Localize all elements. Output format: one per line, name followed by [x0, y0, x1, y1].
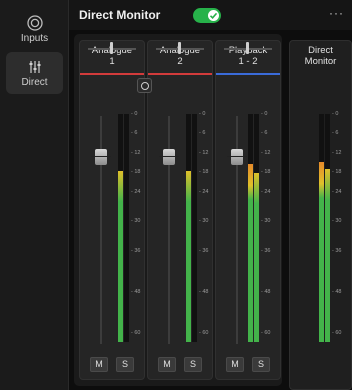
meter-tick-label: - 36 [261, 247, 271, 254]
channel-number: 2 [177, 56, 183, 67]
level-meter [124, 114, 129, 342]
level-meter [118, 114, 123, 342]
meter-tick-label: - 18 [332, 169, 342, 176]
meter-tick-label: - 12 [332, 149, 342, 156]
meter-tick-label: - 24 [332, 188, 342, 195]
pan-slider-handle[interactable] [178, 42, 181, 54]
fader-handle[interactable] [91, 149, 111, 165]
meter-tick-label: - 48 [332, 288, 342, 295]
channel-number: 1 [109, 56, 115, 67]
meter-tick-label: - 6 [131, 130, 138, 137]
sidebar-nav: Inputs Direct [0, 0, 69, 390]
meter-tick-label: - 36 [332, 247, 342, 254]
meter-tick-label: - 48 [131, 288, 141, 295]
header: Direct Monitor ··· [69, 0, 352, 30]
stereo-link-button[interactable] [137, 78, 152, 93]
meter-tick-label: - 6 [261, 130, 268, 137]
meter-fill [254, 173, 259, 342]
meter-tick-label: - 6 [332, 130, 339, 137]
meter-tick-label: - 24 [131, 188, 141, 195]
mute-button[interactable]: M [90, 357, 108, 372]
meter-tick-label: - 12 [131, 149, 141, 156]
nav-item-inputs[interactable]: Inputs [6, 8, 63, 50]
meter-tick-label: - 24 [199, 188, 209, 195]
check-icon [209, 12, 218, 19]
fader-handle[interactable] [227, 149, 247, 165]
meter-fill [325, 168, 330, 342]
meter-tick-label: - 30 [332, 218, 342, 225]
solo-button[interactable]: S [116, 357, 134, 372]
inputs-icon [26, 15, 43, 31]
meter-tick-label: - 30 [261, 218, 271, 225]
pan-slider-handle[interactable] [246, 42, 249, 54]
meter-fill [319, 161, 324, 342]
direct-monitor-toggle[interactable] [193, 8, 221, 23]
nav-item-direct[interactable]: Direct [6, 52, 63, 94]
meter-tick-label: - 0 [199, 111, 206, 117]
meter-scale: - 0 - 6 - 12 - 18 - 24 - 30 - 36 - 48 - 60 [199, 111, 215, 342]
nav-label-inputs: Inputs [20, 33, 49, 44]
meter-tick-label: - 0 [261, 111, 268, 117]
channel-underline [216, 73, 280, 75]
meter-tick-label: - 30 [199, 218, 209, 225]
fader-handle[interactable] [159, 149, 179, 165]
pan-slider-handle[interactable] [110, 42, 113, 54]
solo-button[interactable]: S [184, 357, 202, 372]
meter-tick-label: - 60 [332, 329, 342, 336]
meter-tick-label: - 36 [199, 247, 209, 254]
meter-tick-label: - 48 [261, 288, 271, 295]
level-meter [254, 114, 259, 342]
meter-tick-label: - 18 [261, 169, 271, 176]
meter-tick-label: - 12 [199, 149, 209, 156]
meter-tick-label: - 60 [199, 329, 209, 336]
meter-scale: - 0 - 6 - 12 - 18 - 24 - 30 - 36 - 48 - 60 [131, 111, 147, 342]
meter-tick-label: - 6 [199, 130, 206, 137]
meter-scale: - 0 - 6 - 12 - 18 - 24 - 30 - 36 - 48 - 60 [332, 111, 348, 342]
more-options-button[interactable]: ··· [329, 6, 344, 20]
meter-tick-label: - 48 [199, 288, 209, 295]
meter-tick-label: - 60 [131, 329, 141, 336]
meter-scale: - 0 - 6 - 12 - 18 - 24 - 30 - 36 - 48 - 60 [261, 111, 277, 342]
meter-tick-label: - 60 [261, 329, 271, 336]
page-title: Direct Monitor [79, 8, 161, 22]
channel-number: 1 - 2 [238, 56, 258, 67]
direct-monitor-label: Direct [308, 45, 333, 56]
level-meter [319, 114, 324, 342]
mute-button[interactable]: M [158, 357, 176, 372]
meter-tick-label: - 0 [131, 111, 138, 117]
meter-tick-label: - 18 [131, 169, 141, 176]
nav-label-direct: Direct [21, 77, 48, 88]
solo-button[interactable]: S [252, 357, 270, 372]
toggle-knob [208, 10, 219, 21]
direct-monitor-label-line2: Monitor [304, 56, 337, 67]
meter-tick-label: - 12 [261, 149, 271, 156]
mute-button[interactable]: M [226, 357, 244, 372]
meter-tick-label: - 36 [131, 247, 141, 254]
level-meter [186, 114, 191, 342]
meter-fill [118, 171, 123, 342]
mixer-sliders-icon [29, 61, 40, 73]
meter-fill [186, 171, 191, 342]
channel-underline [80, 73, 144, 75]
meter-tick-label: - 18 [199, 169, 209, 176]
level-meter [325, 114, 330, 342]
level-meter [248, 114, 253, 342]
channel-underline [148, 73, 212, 75]
direct-monitor-header: Direct Monitor [290, 41, 351, 75]
meter-tick-label: - 0 [332, 111, 339, 117]
level-meter [192, 114, 197, 342]
meter-fill [248, 164, 253, 342]
meter-tick-label: - 24 [261, 188, 271, 195]
meter-tick-label: - 30 [131, 218, 141, 225]
